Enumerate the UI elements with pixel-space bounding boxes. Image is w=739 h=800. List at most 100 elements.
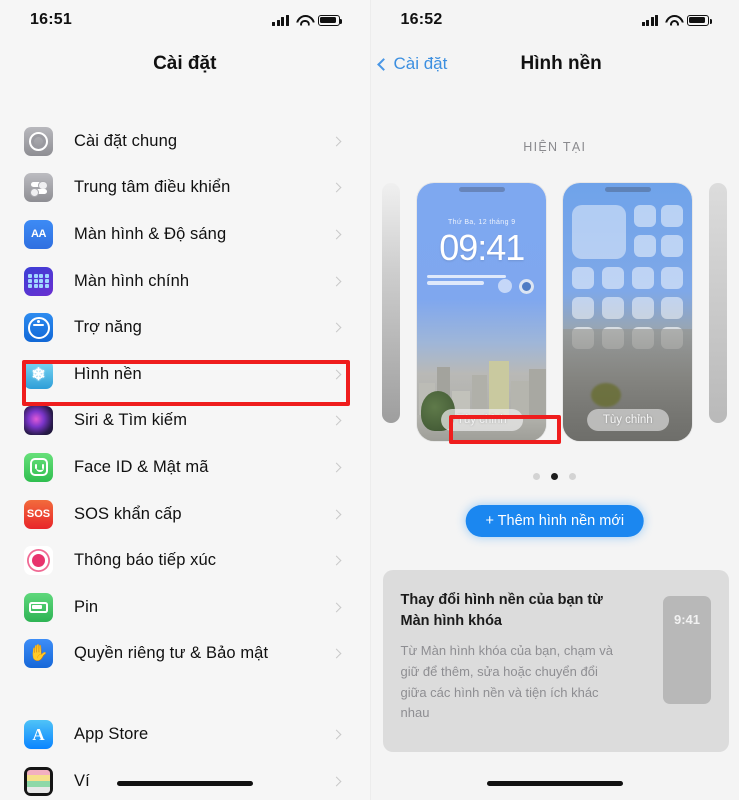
privacy-hand-icon: ✋ — [24, 639, 53, 669]
lock-date: Thứ Ba, 12 tháng 9 — [447, 219, 516, 226]
sidebar-item-label: App Store — [74, 724, 149, 743]
sidebar-item-siri[interactable]: Siri & Tìm kiếm — [0, 398, 370, 445]
app-icon — [634, 235, 657, 257]
app-row — [572, 297, 684, 319]
sidebar-item-exposure[interactable]: Thông báo tiếp xúc — [0, 537, 370, 584]
chevron-right-icon — [331, 182, 341, 193]
sidebar-item-privacy[interactable]: ✋ Quyền riêng tư & Bảo mật — [0, 631, 370, 678]
sidebar-item-label: Trợ năng — [74, 318, 142, 337]
sidebar-item-face-id[interactable]: Face ID & Mật mã — [0, 444, 370, 491]
sidebar-item-wallet[interactable]: Ví — [0, 758, 370, 800]
notch — [458, 187, 505, 192]
chevron-right-icon — [331, 229, 341, 240]
sidebar-item-sos[interactable]: SOS SOS khẩn cấp — [0, 491, 370, 538]
sidebar-item-label: Thông báo tiếp xúc — [74, 551, 217, 570]
status-bar-left: 16:51 — [0, 0, 370, 40]
display-brightness-icon: AA — [24, 219, 53, 249]
chevron-right-icon — [331, 369, 341, 380]
status-icons — [272, 14, 343, 26]
sidebar-item-label: Màn hình chính — [74, 271, 190, 290]
sidebar-item-label: Màn hình & Độ sáng — [74, 224, 227, 243]
wallpaper-carousel[interactable]: Thứ Ba, 12 tháng 9 09:41 Tùy chỉnh Tùy c… — [371, 183, 739, 448]
sidebar-item-control-center[interactable]: Trung tâm điều khiển — [0, 165, 370, 212]
battery-icon — [687, 14, 712, 26]
pager-dot-active[interactable] — [551, 473, 559, 480]
chevron-right-icon — [331, 415, 341, 426]
accessibility-icon — [24, 313, 53, 343]
info-card: Thay đổi hình nền của bạn từ Màn hình kh… — [382, 570, 729, 752]
sos-icon: SOS — [24, 499, 53, 529]
chevron-right-icon — [331, 729, 341, 740]
wallpaper-icon: ❄ — [24, 359, 53, 389]
chevron-right-icon — [331, 462, 341, 473]
status-time: 16:51 — [30, 11, 72, 28]
app-icon — [661, 235, 684, 257]
lock-screen-thumbnail: 9:41 — [663, 596, 711, 704]
add-wallpaper-button[interactable]: + Thêm hình nền mới — [465, 505, 645, 537]
sidebar-item-display[interactable]: AA Màn hình & Độ sáng — [0, 211, 370, 258]
status-time: 16:52 — [400, 11, 443, 28]
app-store-icon: A — [24, 719, 53, 749]
dual-phone-screenshot: 16:51 Cài đặt Cài đặt chung Trung tâm đi… — [0, 0, 739, 800]
chevron-right-icon — [331, 276, 341, 287]
settings-panel: 16:51 Cài đặt Cài đặt chung Trung tâm đi… — [0, 0, 370, 800]
back-button[interactable]: Cài đặt — [376, 54, 447, 74]
chevron-right-icon — [331, 555, 341, 566]
wallet-icon — [24, 766, 53, 796]
chevron-right-icon — [331, 776, 341, 786]
carousel-pager[interactable] — [371, 473, 739, 480]
settings-list: Cài đặt chung Trung tâm điều khiển AA Mà… — [0, 118, 370, 800]
sidebar-item-home-screen[interactable]: Màn hình chính — [0, 258, 370, 305]
wallpaper-peek-next[interactable] — [709, 183, 728, 423]
sidebar-item-app-store[interactable]: A App Store — [0, 711, 370, 758]
battery-icon — [317, 14, 343, 26]
chevron-right-icon — [331, 509, 341, 519]
wallpaper-panel: 16:52 Cài đặt Hình nền HIỆN TẠI Thứ Ba, … — [369, 0, 739, 800]
chevron-right-icon — [331, 322, 341, 333]
wallpaper-peek-previous[interactable] — [382, 183, 401, 423]
gear-icon — [24, 126, 53, 156]
sidebar-item-label: SOS khẩn cấp — [74, 504, 182, 523]
sidebar-item-label: Hình nền — [74, 364, 142, 383]
status-icons — [641, 14, 712, 26]
sidebar-item-general[interactable]: Cài đặt chung — [0, 118, 370, 165]
cellular-signal-icon — [272, 14, 289, 26]
sidebar-item-label: Pin — [74, 597, 99, 616]
chevron-right-icon — [331, 648, 341, 659]
info-card-title: Thay đổi hình nền của bạn từ Màn hình kh… — [400, 592, 603, 630]
control-center-icon — [24, 173, 53, 203]
home-widget-large — [572, 205, 627, 259]
page-title: Cài đặt — [153, 53, 217, 74]
battery-settings-icon — [24, 592, 53, 622]
thumbnail-time: 9:41 — [673, 612, 701, 627]
sidebar-item-label: Cài đặt chung — [74, 131, 178, 150]
chevron-left-icon — [376, 57, 390, 71]
nav-bar-right: Cài đặt Hình nền — [371, 44, 739, 88]
home-screen-icon — [24, 266, 53, 296]
sidebar-item-label: Quyền riêng tư & Bảo mật — [74, 644, 269, 663]
customize-lock-button[interactable]: Tùy chỉnh — [440, 409, 523, 431]
clock-widget-icon — [519, 279, 535, 294]
wifi-icon — [665, 15, 680, 26]
pager-dot[interactable] — [569, 473, 577, 480]
cellular-signal-icon — [641, 14, 658, 26]
pager-dot[interactable] — [533, 473, 541, 480]
section-header-current: HIỆN TẠI — [523, 140, 587, 154]
status-bar-right: 16:52 — [371, 0, 739, 40]
customize-home-button[interactable]: Tùy chỉnh — [586, 409, 669, 431]
app-row — [572, 267, 684, 289]
chevron-right-icon — [331, 136, 341, 147]
app-icon — [634, 205, 657, 227]
notch — [604, 187, 651, 192]
home-screen-preview[interactable]: Tùy chỉnh — [563, 183, 693, 441]
sidebar-item-accessibility[interactable]: Trợ năng — [0, 304, 370, 351]
weather-widget-icon — [498, 279, 513, 293]
sidebar-item-battery[interactable]: Pin — [0, 584, 370, 631]
lock-screen-preview[interactable]: Thứ Ba, 12 tháng 9 09:41 Tùy chỉnh — [417, 183, 547, 441]
info-card-body: Từ Màn hình khóa của bạn, chạm và giữ để… — [400, 643, 614, 721]
lock-clock: 09:41 — [439, 227, 525, 268]
sidebar-item-wallpaper[interactable]: ❄ Hình nền — [0, 351, 370, 398]
sidebar-item-label: Face ID & Mật mã — [74, 457, 209, 476]
home-indicator — [486, 781, 623, 786]
exposure-notification-icon — [24, 546, 53, 576]
